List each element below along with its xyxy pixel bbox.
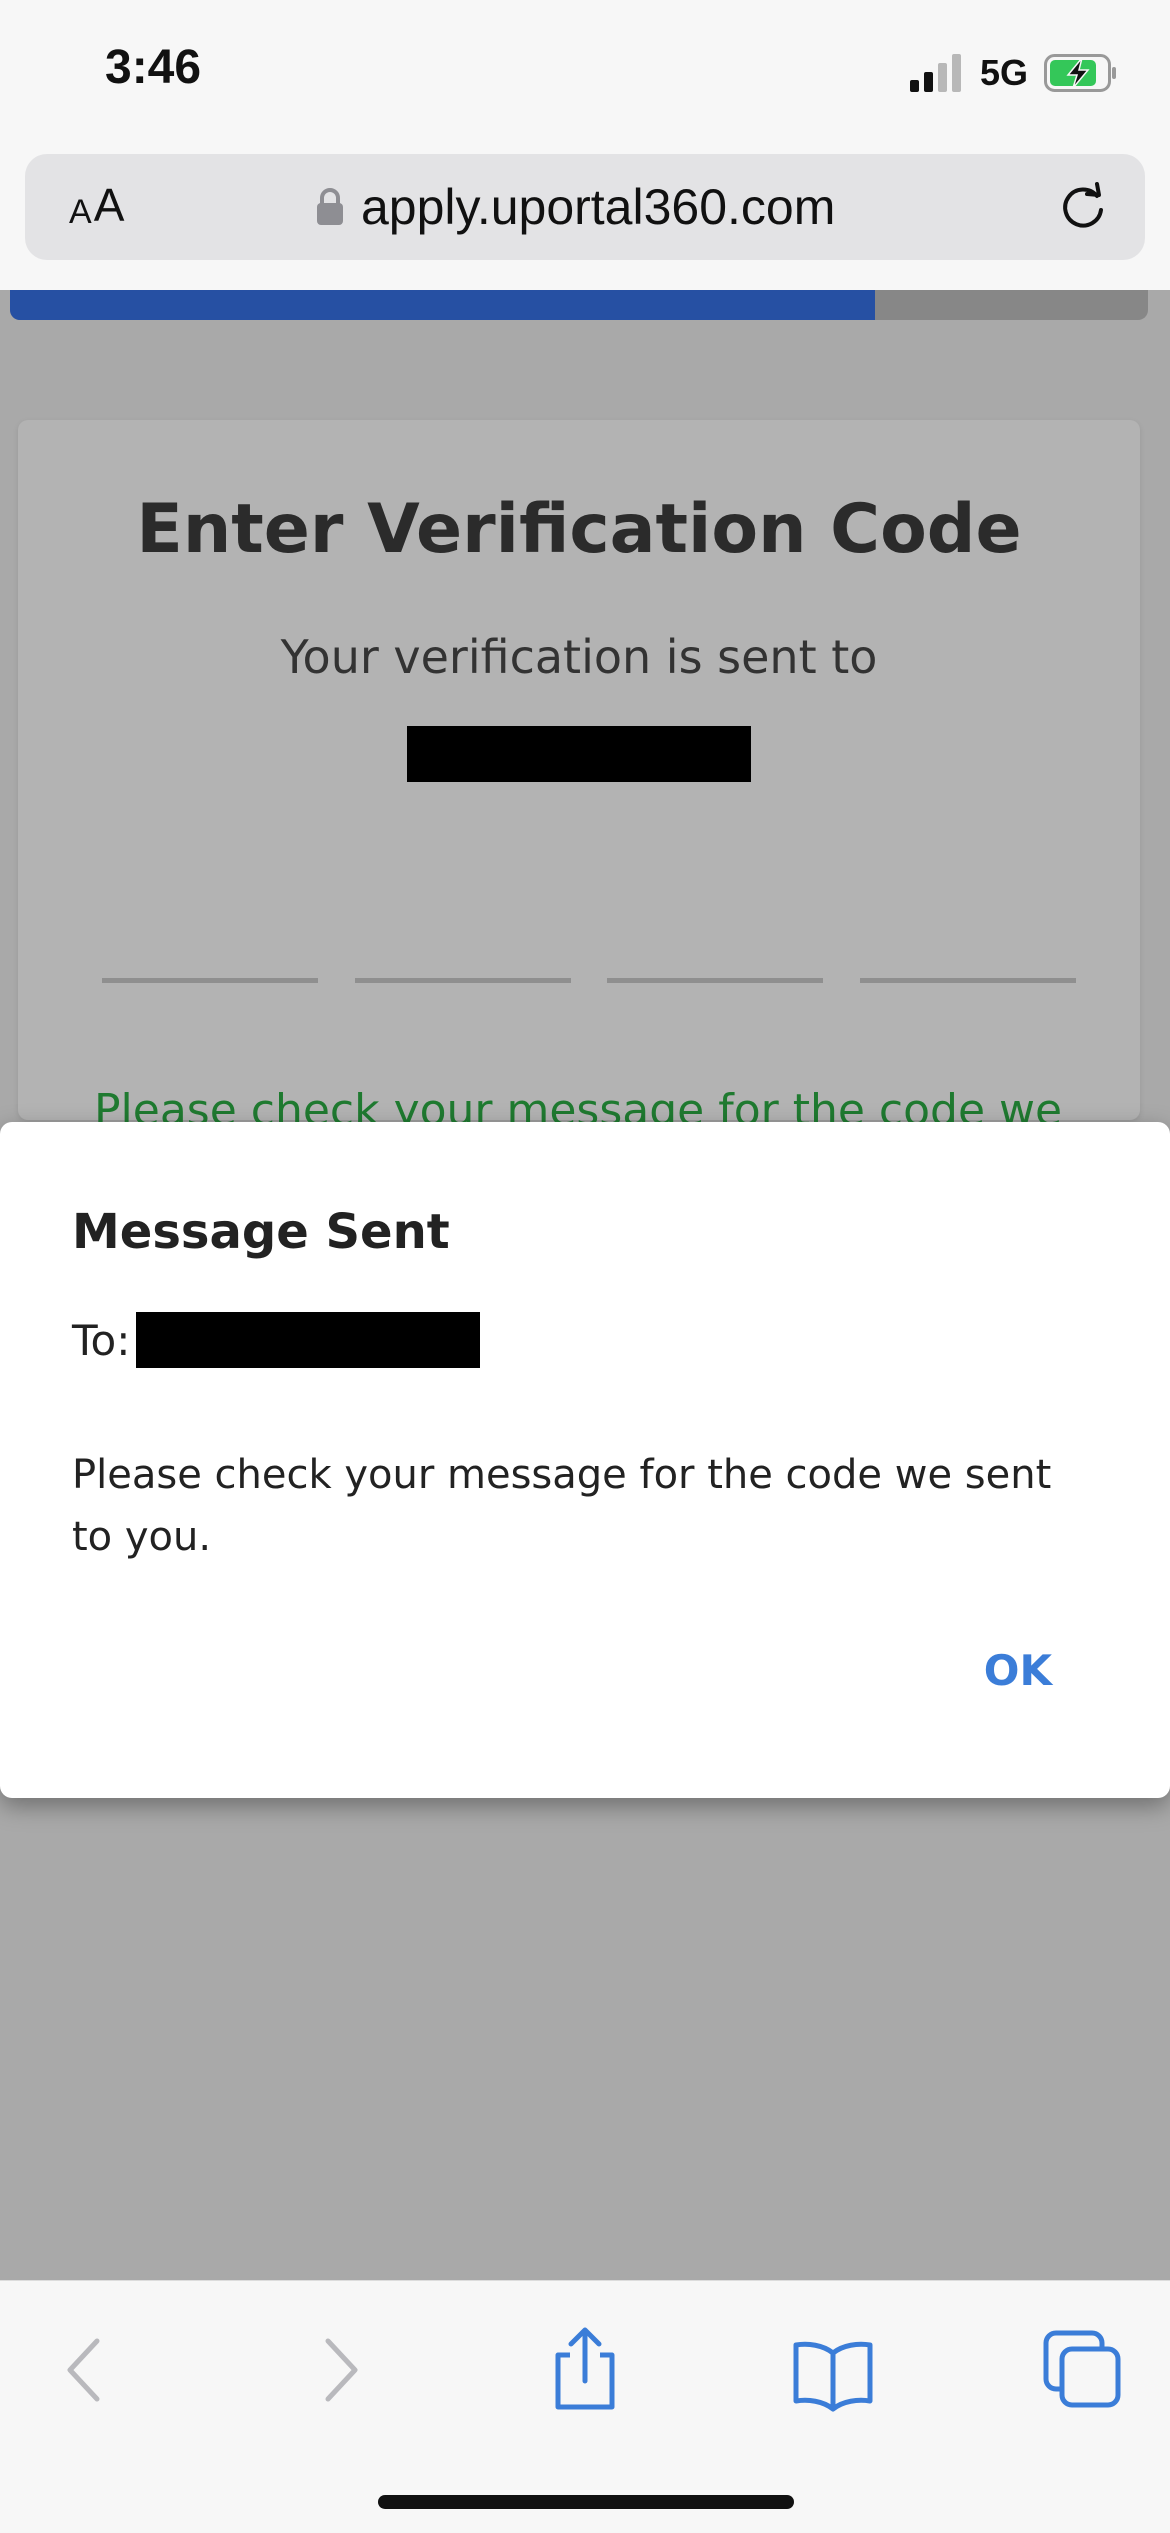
back-button[interactable] — [42, 2325, 132, 2415]
dialog-message: Please check your message for the code w… — [72, 1452, 1052, 1560]
tabs-button[interactable] — [1038, 2325, 1128, 2415]
redacted-recipient — [136, 1312, 481, 1368]
reload-icon[interactable] — [1057, 182, 1109, 234]
verification-card: Enter Verification Code Your verificatio… — [18, 420, 1140, 1136]
url-text: apply.uportal360.com — [361, 179, 836, 235]
text-size-button[interactable]: AA — [69, 178, 124, 232]
battery-charging-icon — [1044, 54, 1116, 92]
recipient-label: To: — [72, 1315, 131, 1365]
home-indicator — [378, 2495, 794, 2509]
tabs-icon — [1043, 2330, 1121, 2408]
code-input-slot[interactable] — [102, 978, 318, 983]
dialog-recipient: To: — [72, 1312, 481, 1368]
dialog-title: Message Sent — [72, 1204, 450, 1260]
status-bar: 3:46 5G — [0, 0, 1170, 150]
code-input-slot[interactable] — [607, 978, 824, 983]
code-input-group — [102, 978, 1076, 984]
network-label: 5G — [979, 52, 1028, 93]
status-time: 3:46 — [105, 41, 202, 94]
redacted-recipient — [407, 726, 751, 782]
share-icon — [555, 2327, 615, 2410]
lock-icon — [317, 188, 343, 225]
page-title: Enter Verification Code — [136, 490, 1022, 569]
status-indicators: 5G — [909, 48, 1118, 98]
browser-toolbar — [0, 2280, 1170, 2533]
code-input-slot[interactable] — [354, 978, 571, 983]
progress-bar — [10, 290, 1148, 320]
back-icon — [67, 2338, 100, 2402]
bookmarks-button[interactable] — [788, 2325, 878, 2415]
ok-button[interactable]: OK — [976, 1642, 1060, 1699]
address-bar-area: AA apply.uportal360.com — [0, 150, 1170, 290]
address-bar[interactable]: AA apply.uportal360.com — [25, 154, 1145, 260]
forward-icon — [325, 2338, 358, 2402]
progress-fill — [10, 290, 875, 320]
forward-button[interactable] — [293, 2325, 383, 2415]
bookmarks-icon — [793, 2341, 873, 2412]
signal-icon — [909, 54, 961, 92]
share-button[interactable] — [540, 2325, 630, 2415]
verification-subtitle: Your verification is sent to — [280, 630, 878, 684]
code-input-slot[interactable] — [859, 978, 1076, 983]
url-display[interactable]: apply.uportal360.com — [315, 179, 836, 235]
message-sent-dialog: Message Sent To: Please check your messa… — [0, 1122, 1170, 1798]
